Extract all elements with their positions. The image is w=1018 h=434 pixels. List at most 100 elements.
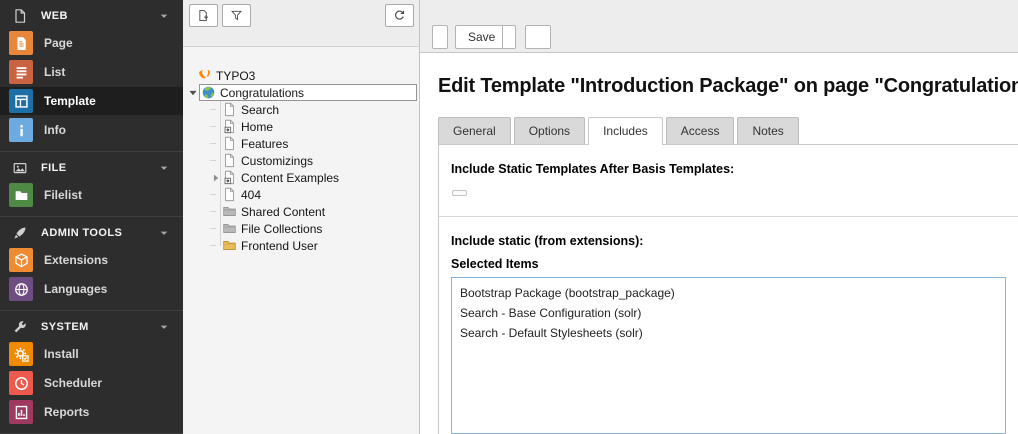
chevron-down-icon — [157, 161, 171, 175]
sidebar-section-header-system[interactable]: SYSTEM — [0, 315, 183, 339]
list-mod-icon — [9, 60, 33, 84]
tab-includes[interactable]: Includes — [588, 117, 663, 145]
sidebar-section-header-file[interactable]: FILE — [0, 156, 183, 180]
sidebar-item-list[interactable]: List — [0, 58, 183, 86]
rocket-icon — [12, 225, 28, 241]
tab-options[interactable]: Options — [514, 117, 585, 144]
new-page-button[interactable] — [189, 4, 218, 27]
sidebar-item-label: Reports — [44, 405, 89, 419]
refresh-button[interactable] — [385, 4, 414, 27]
sidebar-item-reports[interactable]: Reports — [0, 398, 183, 426]
sidebar-item-label: List — [44, 65, 65, 79]
sidebar-item-extensions[interactable]: Extensions — [0, 246, 183, 274]
page-tree-icon — [222, 136, 237, 151]
include-static-after-basis-checkbox[interactable] — [452, 190, 467, 196]
tree-node-file-collections[interactable]: File Collections — [183, 220, 419, 237]
cube-mod-icon — [9, 248, 33, 272]
tree-node-content-examples[interactable]: Content Examples — [183, 169, 419, 186]
tree-guide-dash — [210, 143, 216, 144]
sidebar-item-label: Filelist — [44, 188, 82, 202]
tree-node-typo3[interactable]: TYPO3 — [183, 67, 419, 84]
tree-guide-dash — [210, 194, 216, 195]
page-tree-icon — [222, 102, 237, 117]
sidebar-item-label: Extensions — [44, 253, 108, 267]
chevron-down-icon — [157, 9, 171, 23]
page-shortcut-icon — [222, 119, 237, 134]
folder-icon — [222, 204, 237, 219]
page-tree-icon — [222, 187, 237, 202]
tree-node-label: Frontend User — [241, 239, 318, 253]
content-area: Save Edit Template "Introduction Package… — [420, 0, 1018, 434]
info-mod-icon — [9, 118, 33, 142]
close-button[interactable] — [432, 25, 448, 49]
tree-node-label: TYPO3 — [216, 69, 255, 83]
clock-mod-icon — [9, 371, 33, 395]
sidebar-item-label: Scheduler — [44, 376, 102, 390]
chevron-down-icon — [157, 226, 171, 240]
sidebar-item-scheduler[interactable]: Scheduler — [0, 369, 183, 397]
globe-page-icon — [201, 85, 216, 100]
sidebar-item-filelist[interactable]: Filelist — [0, 181, 183, 209]
selected-item-option[interactable]: Search - Default Stylesheets (solr) — [452, 323, 1005, 343]
tree-node-congratulations[interactable]: Congratulations — [183, 84, 419, 101]
tree-node-404[interactable]: 404 — [183, 186, 419, 203]
new-page-icon — [197, 9, 210, 22]
page-shortcut-icon — [222, 170, 237, 185]
tree-node-label: 404 — [241, 188, 261, 202]
tree-node-home[interactable]: Home — [183, 118, 419, 135]
sidebar-item-info[interactable]: Info — [0, 116, 183, 144]
sidebar-item-languages[interactable]: Languages — [0, 275, 183, 303]
tab-panel-includes: Include Static Templates After Basis Tem… — [438, 145, 1018, 434]
tab-general[interactable]: General — [438, 117, 511, 144]
tree-node-label: Congratulations — [220, 86, 304, 100]
sidebar-item-page[interactable]: Page — [0, 29, 183, 57]
tree-node-features[interactable]: Features — [183, 135, 419, 152]
save-options-button[interactable] — [503, 25, 516, 49]
tree-node-customizings[interactable]: Customizings — [183, 152, 419, 169]
page-tree-panel: TYPO3 Congratulations SearchHomeFeaturesCu… — [183, 0, 420, 434]
selected-items-label: Selected Items — [451, 257, 1006, 271]
folder-user-icon — [222, 238, 237, 253]
tree-node-label: Search — [241, 103, 279, 117]
sidebar-section-file: FILE Filelist — [0, 152, 183, 217]
sidebar-section-header-web[interactable]: WEB — [0, 4, 183, 28]
sidebar-item-label: Template — [44, 94, 96, 108]
page-tree-toolbar — [183, 0, 419, 47]
tab-access[interactable]: Access — [666, 117, 735, 144]
tree-guide-dash — [210, 211, 216, 212]
tree-node-frontend-user[interactable]: Frontend User — [183, 237, 419, 254]
tree-node-shared-content[interactable]: Shared Content — [183, 203, 419, 220]
sidebar-item-label: Info — [44, 123, 66, 137]
wrench-icon — [12, 319, 28, 335]
page-mod-icon — [9, 31, 33, 55]
template-mod-icon — [9, 89, 33, 113]
caret-right-icon[interactable] — [210, 172, 222, 184]
filter-icon — [230, 9, 243, 22]
selected-item-option[interactable]: Bootstrap Package (bootstrap_package) — [452, 283, 1005, 303]
tree-node-search[interactable]: Search — [183, 101, 419, 118]
delete-button[interactable] — [525, 25, 551, 49]
sidebar-section-label: FILE — [41, 162, 157, 174]
tree-node-label: File Collections — [241, 222, 322, 236]
sidebar-section-label: SYSTEM — [41, 321, 157, 333]
sidebar-item-install[interactable]: Install — [0, 340, 183, 368]
selected-item-option[interactable]: Search - Base Configuration (solr) — [452, 303, 1005, 323]
refresh-icon — [393, 9, 406, 22]
doc-header: Save — [420, 0, 1018, 53]
save-button[interactable]: Save — [455, 25, 503, 49]
selected-items-listbox[interactable]: Bootstrap Package (bootstrap_package)Sea… — [451, 277, 1006, 434]
tab-notes[interactable]: Notes — [737, 117, 798, 144]
caret-down-icon[interactable] — [187, 87, 199, 99]
filter-button[interactable] — [222, 4, 251, 27]
typo3-logo-icon — [197, 68, 212, 83]
sidebar-item-label: Languages — [44, 282, 107, 296]
sidebar-section-header-admin-tools[interactable]: ADMIN TOOLS — [0, 221, 183, 245]
sidebar-item-template[interactable]: Template — [0, 87, 183, 115]
tree-node-selected-highlight: Congratulations — [199, 84, 417, 101]
content-body: Edit Template "Introduction Package" on … — [420, 53, 1018, 434]
sidebar-section-label: ADMIN TOOLS — [41, 227, 157, 239]
image-outline-icon — [12, 160, 28, 176]
sidebar-section-system: SYSTEM Install Scheduler Reports — [0, 311, 183, 434]
page-title: Edit Template "Introduction Package" on … — [438, 75, 1018, 98]
module-sidebar: WEBPage List Template Info FILE Filelist ADMIN… — [0, 0, 183, 434]
